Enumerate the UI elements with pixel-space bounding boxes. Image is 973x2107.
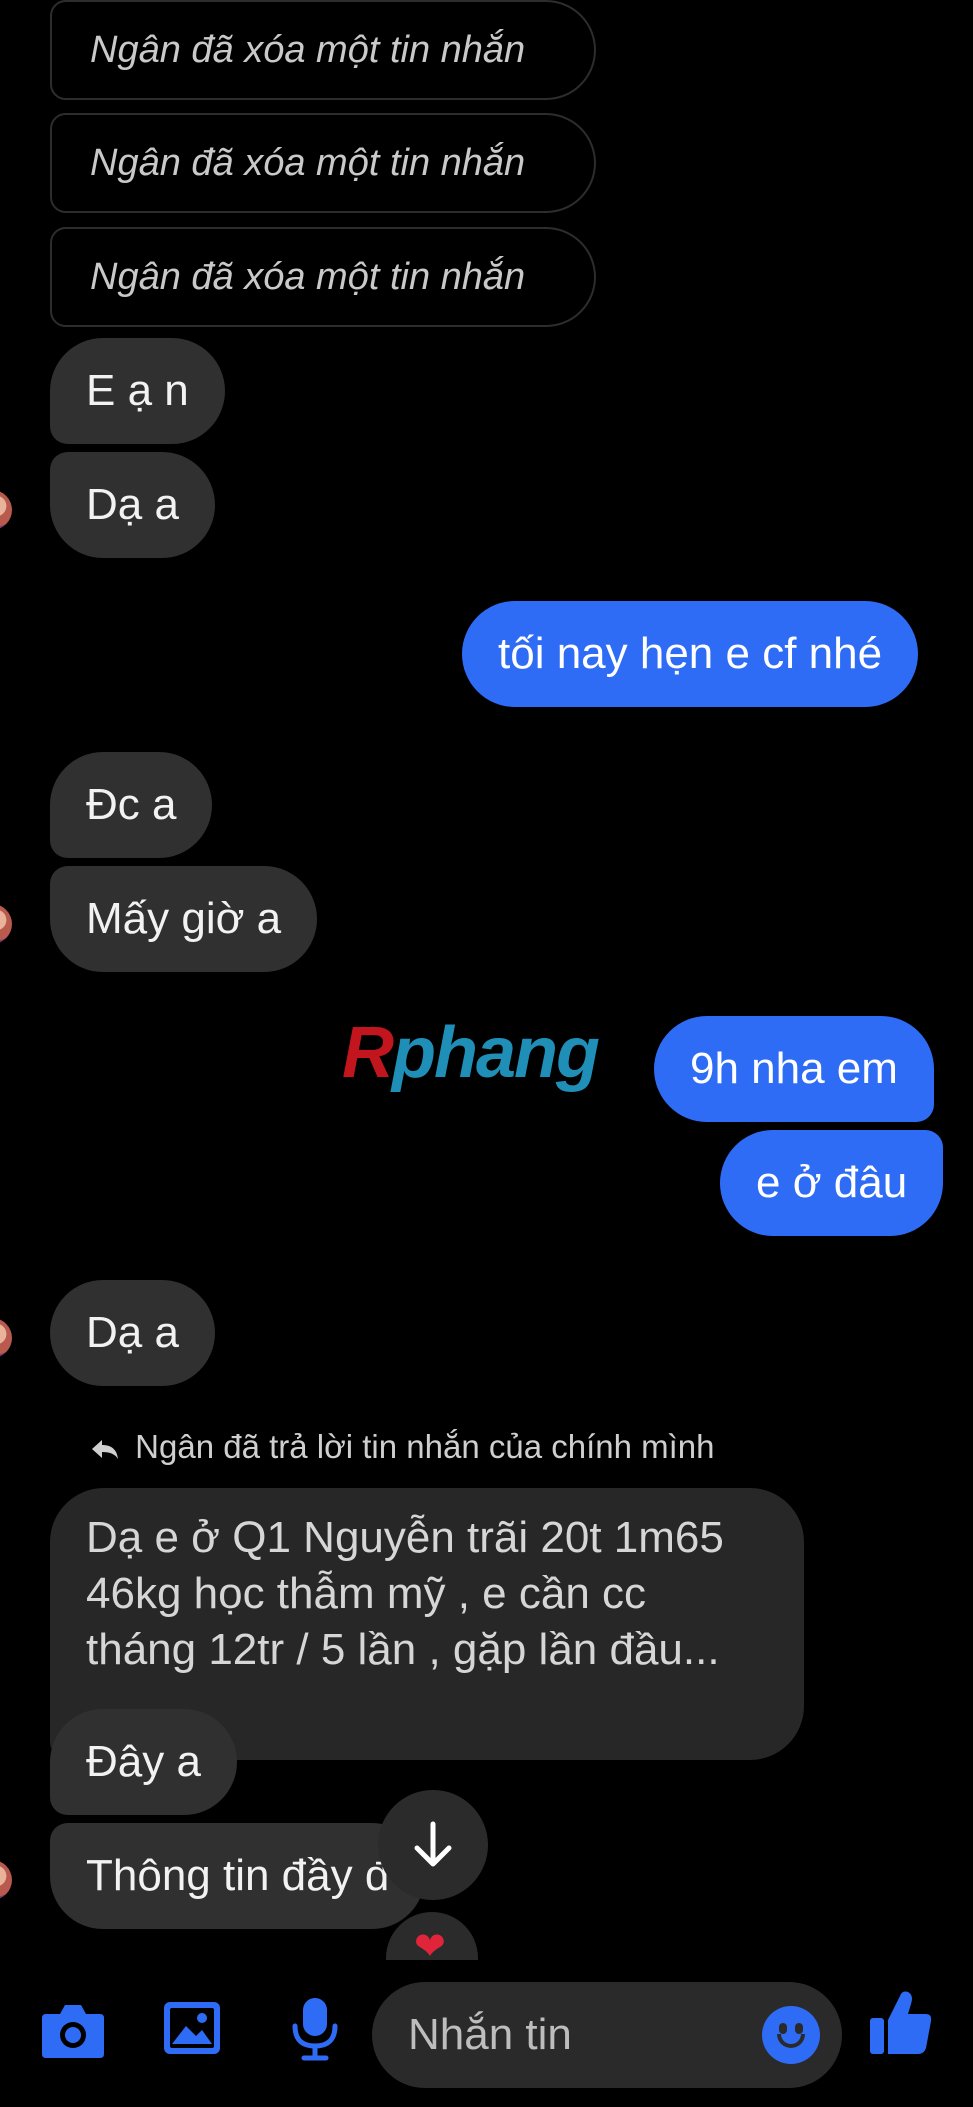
incoming-message[interactable]: Đc a: [50, 752, 213, 858]
outgoing-message[interactable]: tối nay hẹn e cf nhé: [462, 601, 919, 707]
contact-avatar[interactable]: [0, 490, 12, 530]
message-input-placeholder: Nhắn tin: [408, 2010, 572, 2059]
camera-button[interactable]: [38, 2000, 108, 2067]
incoming-message[interactable]: E ạ n: [50, 338, 225, 444]
replied-line: 46kg học thẫm mỹ , e cần cc: [86, 1569, 647, 1618]
incoming-message[interactable]: Dạ a: [50, 452, 215, 558]
contact-avatar[interactable]: [0, 1318, 12, 1358]
gallery-button[interactable]: [160, 1996, 224, 2065]
heart-icon: ❤: [414, 1926, 446, 1962]
replied-line: Dạ e ở Q1 Nguyễn trãi 20t 1m65: [86, 1513, 724, 1562]
replied-line: tháng 12tr / 5 lần , gặp lần đầu...: [86, 1625, 720, 1674]
contact-avatar[interactable]: [0, 904, 12, 944]
thumbs-up-icon: [870, 1991, 932, 2054]
outgoing-message[interactable]: 9h nha em: [654, 1016, 934, 1122]
incoming-message[interactable]: Đây a: [50, 1709, 237, 1815]
reply-arrow-icon: [92, 1440, 118, 1460]
contact-avatar[interactable]: [0, 1860, 12, 1900]
deleted-message[interactable]: Ngân đã xóa một tin nhắn: [50, 0, 596, 100]
message-input[interactable]: Nhắn tin: [372, 1982, 842, 2088]
reply-indicator-text: Ngân đã trả lời tin nhắn của chính mình: [135, 1428, 715, 1465]
incoming-message[interactable]: Thông tin đầy đ: [50, 1823, 426, 1929]
incoming-message[interactable]: Dạ a: [50, 1280, 215, 1386]
watermark-logo: Rphang: [342, 1012, 600, 1094]
arrow-down-icon: [414, 1821, 452, 1867]
reply-indicator: Ngân đã trả lời tin nhắn của chính mình: [90, 1428, 715, 1466]
like-button[interactable]: [868, 1988, 934, 2063]
deleted-message[interactable]: Ngân đã xóa một tin nhắn: [50, 113, 596, 213]
incoming-message[interactable]: Mấy giờ a: [50, 866, 318, 972]
microphone-icon: [292, 1998, 338, 2061]
voice-button[interactable]: [288, 1994, 342, 2069]
scroll-to-bottom-button[interactable]: [378, 1790, 488, 1900]
emoji-icon[interactable]: [762, 2006, 820, 2064]
deleted-message[interactable]: Ngân đã xóa một tin nhắn: [50, 227, 596, 327]
outgoing-message[interactable]: e ở đâu: [720, 1130, 944, 1236]
camera-icon: [42, 2005, 104, 2058]
image-icon: [164, 2002, 220, 2054]
watermark-initial: R: [342, 1013, 394, 1093]
watermark-text: phang: [392, 1013, 600, 1093]
